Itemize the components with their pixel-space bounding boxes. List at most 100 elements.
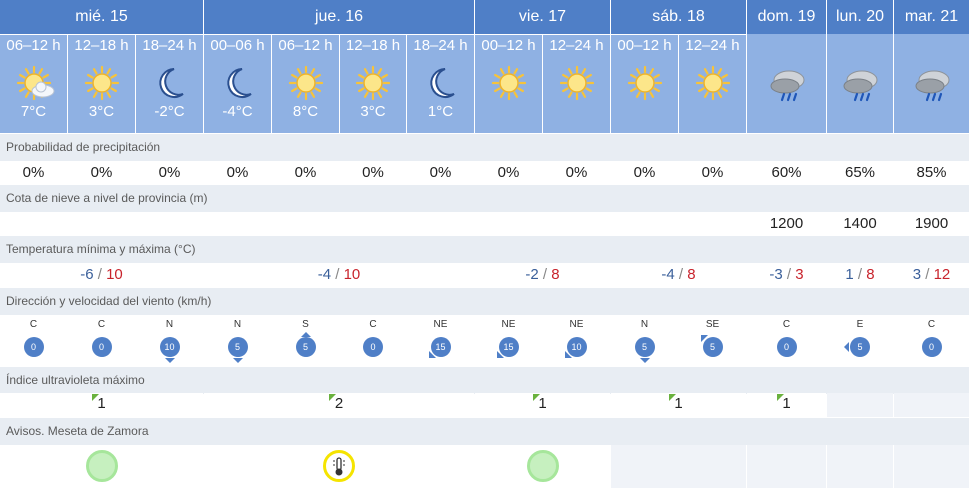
weather-cell: -2°C (136, 57, 203, 133)
sun-cloud-icon (16, 65, 54, 101)
wind-direction: N (233, 319, 242, 330)
wind-direction: N (165, 319, 174, 330)
temp-separator: / (921, 266, 934, 283)
precip-value: 60% (747, 161, 826, 185)
wind-direction: S (302, 319, 309, 330)
temp-separator: / (674, 266, 688, 283)
sun-icon (288, 65, 323, 101)
precip-value: 0% (611, 161, 678, 185)
max-temp: 8 (687, 266, 696, 283)
aviso-green-icon[interactable] (85, 450, 118, 482)
moon-icon (158, 68, 184, 98)
weather-cell (611, 57, 678, 133)
aviso-thermometer-icon[interactable] (323, 450, 355, 482)
wind-speed-badge: 10 (159, 337, 180, 357)
wind-cell: N5 (204, 315, 271, 366)
temperature-value: -2°C (154, 103, 185, 120)
sun-icon (695, 65, 730, 101)
forecast-table: mié. 15 06–12 h 7°C 12–18 h 3°C 18–24 h -2°C ju… (0, 0, 969, 488)
min-temp: -2 (525, 266, 539, 283)
weather-cell: 1°C (407, 57, 474, 133)
temperature-value: 8°C (292, 103, 319, 120)
snow-level-value (136, 212, 203, 236)
day-header[interactable]: jue. 16 (204, 0, 474, 34)
period-header: 18–24 h (407, 35, 474, 57)
period-header: 12–24 h (679, 35, 746, 57)
sun-icon (355, 65, 391, 101)
temp-separator: / (93, 266, 107, 283)
wind-direction: C (782, 319, 791, 330)
temp-range: -4 / 10 (204, 263, 474, 287)
wind-cell: E5 (827, 315, 893, 366)
weather-cell (894, 34, 969, 133)
uv-value: 2 (334, 395, 344, 412)
wind-speed-badge: 0 (91, 337, 112, 357)
wind-speed-badge: 0 (363, 337, 383, 357)
day-header[interactable]: vie. 17 (475, 0, 610, 34)
wind-direction: N (640, 319, 649, 330)
temp-separator: / (331, 266, 344, 283)
section-label: Cota de nieve a nivel de provincia (m) (0, 185, 969, 212)
max-temp: 12 (933, 266, 951, 283)
weather-cell (747, 34, 826, 133)
wind-direction: C (369, 319, 377, 330)
wind-arrow-icon (564, 351, 572, 358)
wind-cell: NE 10 (543, 315, 610, 366)
temp-separator: / (782, 266, 796, 283)
snow-level-value (204, 212, 271, 236)
weather-cell: 3°C (68, 57, 135, 133)
snow-level-value: 1900 (894, 212, 969, 236)
day-header[interactable]: mié. 15 (0, 0, 203, 34)
day-header[interactable]: sáb. 18 (611, 0, 746, 34)
weather-cell (543, 57, 610, 133)
wind-arrow-icon (496, 351, 504, 358)
wind-cell: SE 5 (679, 315, 746, 366)
sun-icon (491, 65, 526, 101)
precip-value: 0% (68, 161, 135, 185)
precip-value: 0% (475, 161, 542, 185)
precip-value: 0% (136, 161, 203, 185)
wind-direction: C (927, 319, 936, 330)
uv-cell: 1 (611, 393, 746, 417)
aviso-cell (747, 445, 826, 488)
uv-cell (827, 393, 893, 417)
min-temp: -6 (80, 266, 94, 283)
wind-arrow-icon (428, 351, 436, 358)
section-label: Avisos. Meseta de Zamora (0, 418, 969, 445)
uv-cell (894, 393, 969, 417)
aviso-cell[interactable] (475, 445, 610, 488)
max-temp: 8 (866, 266, 875, 283)
wind-arrow-icon (300, 332, 311, 337)
period-header: 00–12 h (475, 35, 542, 57)
precip-value: 0% (407, 161, 474, 185)
wind-cell: N 10 (136, 315, 203, 366)
precip-value: 0% (272, 161, 339, 185)
wind-direction: NE (433, 319, 448, 330)
wind-direction: C (97, 319, 106, 330)
precip-value: 0% (0, 161, 67, 185)
wind-cell: C0 (68, 315, 135, 366)
section-label: Índice ultravioleta máximo (0, 367, 969, 394)
aviso-cell (611, 445, 746, 488)
temp-range: -6 / 10 (0, 263, 203, 287)
snow-level-value (0, 212, 67, 236)
wind-direction: E (856, 319, 864, 330)
wind-direction: NE (569, 319, 584, 330)
min-temp: 1 (845, 266, 854, 283)
temperature-value: -4°C (222, 103, 253, 120)
wind-cell: S5 (272, 315, 339, 366)
uv-flag-icon (532, 394, 540, 401)
wind-arrow-icon (232, 358, 243, 363)
max-temp: 3 (795, 266, 804, 283)
aviso-green-icon[interactable] (526, 450, 559, 482)
rain-cloud-icon (915, 70, 949, 102)
wind-cell: C0 (747, 315, 826, 366)
aviso-cell[interactable] (204, 445, 474, 488)
uv-cell: 2 (204, 393, 474, 417)
aviso-cell[interactable] (0, 445, 203, 488)
precip-value: 85% (894, 161, 969, 185)
min-temp: -4 (661, 266, 675, 283)
period-header: 06–12 h (0, 35, 67, 57)
wind-arrow-icon (844, 342, 849, 352)
uv-value: 1 (782, 395, 791, 412)
